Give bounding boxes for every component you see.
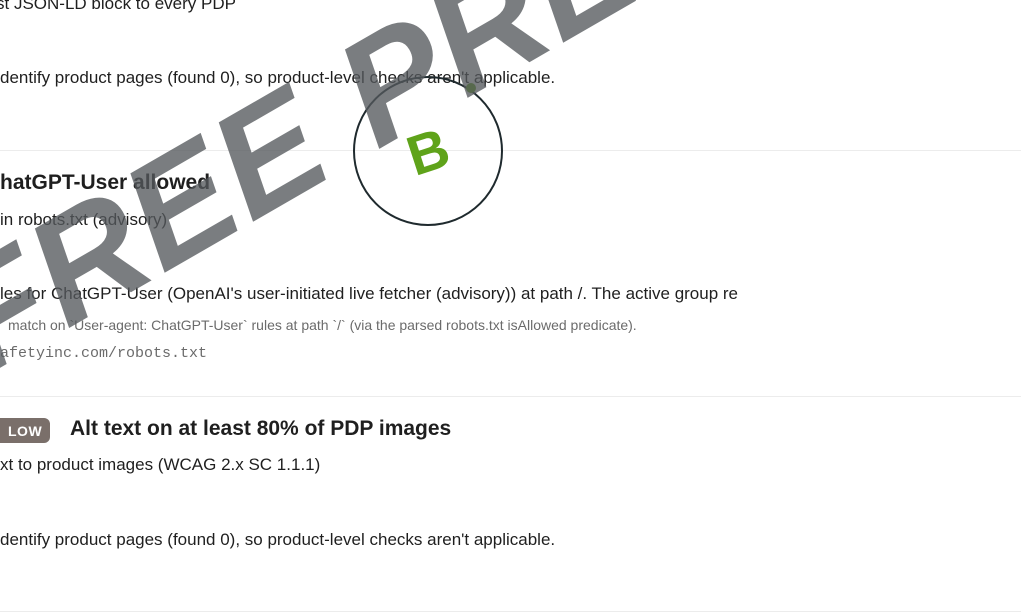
check-subtitle: xt to product images (WCAG 2.x SC 1.1.1) (0, 455, 321, 474)
evidence-source-url[interactable]: afetyinc.com/robots.txt (0, 345, 207, 362)
severity-badge: LOW (0, 418, 51, 443)
check-result-message: les for ChatGPT-User (OpenAI's user-init… (0, 284, 739, 303)
divider (0, 150, 1021, 151)
check-title-alt-text: Alt text on at least 80% of PDP images (70, 417, 452, 440)
check-title-chatgpt-user: hatGPT-User allowed (0, 171, 211, 194)
check-result-message: dentify product pages (found 0), so prod… (0, 530, 556, 549)
divider (0, 396, 1021, 397)
grade-ring-indicator-dot (466, 83, 476, 93)
report-page: st JSON-LD block to every PDP dentify pr… (0, 0, 1021, 614)
check-evidence: match on `User-agent: ChatGPT-User` rule… (8, 317, 637, 333)
check-subtitle: in robots.txt (advisory) (0, 210, 168, 229)
check-description-partial: st JSON-LD block to every PDP (0, 0, 236, 13)
divider (0, 611, 1021, 612)
